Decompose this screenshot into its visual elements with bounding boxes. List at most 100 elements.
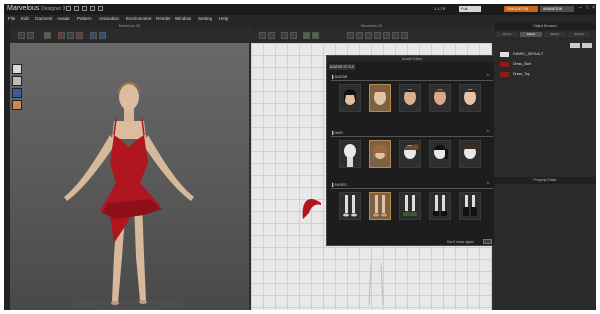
menu-setting[interactable]: Setting xyxy=(198,16,212,21)
mode-field[interactable]: Full Imported xyxy=(459,6,481,17)
collapse-shoes-icon[interactable]: ⌃ xyxy=(486,182,490,188)
shoes-thumb-barefoot[interactable] xyxy=(339,192,361,220)
menu-file[interactable]: File xyxy=(8,16,15,21)
fabric-item[interactable]: Dress_Top xyxy=(498,71,592,78)
tack-tool-icon[interactable] xyxy=(67,32,74,39)
fabric-item[interactable]: Dress_Skirt xyxy=(498,61,592,68)
gather-tool-icon[interactable] xyxy=(401,32,408,39)
avatar-thumb-3[interactable] xyxy=(12,88,22,98)
fabric-swatch xyxy=(500,52,509,57)
hair-section-header[interactable]: ▌HAIR ⌃ xyxy=(331,130,493,137)
dont-show-again-label: Don't show again xyxy=(447,240,474,244)
polygon-tool-icon[interactable] xyxy=(281,32,288,39)
menu-garment[interactable]: Garment xyxy=(35,16,53,21)
move-tool-icon[interactable] xyxy=(27,32,34,39)
simulation-mode-button[interactable]: SIMULATION xyxy=(504,6,538,12)
menu-window[interactable]: Window xyxy=(175,16,191,21)
tab-fabric[interactable]: Fabric xyxy=(520,32,542,37)
avatar-section: ▌AVATAR ⌃ xyxy=(331,74,493,120)
menu-avatar[interactable]: Avatar xyxy=(57,16,70,21)
shoes-thumb-sandal[interactable] xyxy=(399,192,421,220)
viewport-2d-toolbar xyxy=(251,29,492,43)
shoes-section-label: ▌SHOES xyxy=(332,183,347,187)
zipper-tool-icon[interactable] xyxy=(383,32,390,39)
redo-icon[interactable] xyxy=(98,6,103,11)
fabric-swatch xyxy=(500,72,509,77)
fabric-name: Dress_Skirt xyxy=(513,62,532,66)
save-file-icon[interactable] xyxy=(82,6,87,11)
shoes-thumb-boot[interactable] xyxy=(459,192,481,220)
avatar-editor-panel: Avatar Editor AVATAR STYLE ▌AVATAR ⌃ ▌HA… xyxy=(326,55,497,246)
add-fabric-button[interactable] xyxy=(570,43,580,48)
menu-render[interactable]: Render xyxy=(156,16,171,21)
internal-line-tool-icon[interactable] xyxy=(303,32,310,39)
view-tool-icon[interactable] xyxy=(99,32,106,39)
fabric-name: Dress_Top xyxy=(513,72,530,76)
hair-thumb-ponytail[interactable] xyxy=(429,140,451,168)
tab-scene[interactable]: Scene xyxy=(496,32,518,37)
fold-tool-icon[interactable] xyxy=(44,32,51,39)
open-file-icon[interactable] xyxy=(74,6,79,11)
camera-tool-icon[interactable] xyxy=(90,32,97,39)
tab-texture[interactable]: Texture xyxy=(568,32,590,37)
close-icon[interactable]: × xyxy=(591,6,596,11)
tab-avatar-style[interactable]: AVATAR STYLE xyxy=(329,64,355,70)
version-label: 1.1.79 xyxy=(434,6,446,11)
minimize-icon[interactable]: – xyxy=(578,6,583,11)
avatar-editor-title: Avatar Editor xyxy=(327,56,497,62)
maximize-icon[interactable]: □ xyxy=(585,6,590,11)
shoes-thumb-selected[interactable] xyxy=(369,192,391,220)
avatar-thumb-4[interactable] xyxy=(12,100,22,110)
hair-thumb-bald[interactable] xyxy=(339,140,361,168)
shoes-section-header[interactable]: ▌SHOES ⌃ xyxy=(331,182,493,189)
menu-bar: File Edit Garment Avatar Pattern Animati… xyxy=(4,15,596,23)
edit-point-tool-icon[interactable] xyxy=(268,32,275,39)
seam-tool-icon[interactable] xyxy=(312,32,319,39)
avatar-thumb-female-selected[interactable] xyxy=(369,84,391,112)
transform-tool-icon[interactable] xyxy=(259,32,266,39)
viewport-3d-toolbar xyxy=(10,29,249,43)
avatar-thumb-male-young[interactable] xyxy=(459,84,481,112)
avatar-thumb-male-asian[interactable] xyxy=(399,84,421,112)
collapse-avatar-icon[interactable]: ⌃ xyxy=(486,74,490,80)
buttonhole-tool-icon[interactable] xyxy=(374,32,381,39)
shoes-section: ▌SHOES ⌃ xyxy=(331,182,493,232)
menu-animation[interactable]: Animation xyxy=(99,16,119,21)
avatar-section-header[interactable]: ▌AVATAR ⌃ xyxy=(331,74,493,81)
menu-pattern[interactable]: Pattern xyxy=(77,16,92,21)
rectangle-tool-icon[interactable] xyxy=(290,32,297,39)
new-file-icon[interactable] xyxy=(66,6,71,11)
animation-mode-button[interactable]: ANIMATION xyxy=(540,6,574,12)
undo-icon[interactable] xyxy=(90,6,95,11)
button-tool-icon[interactable] xyxy=(365,32,372,39)
close-avatar-editor-button[interactable] xyxy=(483,239,492,244)
fabric-item[interactable]: FABRIC_DEFAULT xyxy=(498,51,592,58)
shoes-thumb-strappy[interactable] xyxy=(429,192,451,220)
avatar-thumb-2[interactable] xyxy=(12,76,22,86)
menu-help[interactable]: Help xyxy=(219,16,228,21)
avatar-thumb-1[interactable] xyxy=(12,64,22,74)
avatar-thumb-male[interactable] xyxy=(429,84,451,112)
logo-suffix: Designer 3 xyxy=(41,6,66,12)
property-editor-title: Property Editor xyxy=(494,177,596,184)
hair-section-label: ▌HAIR xyxy=(332,131,343,135)
collapse-hair-icon[interactable]: ⌃ xyxy=(486,130,490,136)
hair-thumb-short[interactable] xyxy=(459,140,481,168)
logo-text: Marvelous xyxy=(7,5,40,12)
menu-edit[interactable]: Edit xyxy=(21,16,29,21)
avatar-figure xyxy=(64,82,194,310)
trace-tool-icon[interactable] xyxy=(392,32,399,39)
texture-tool-icon[interactable] xyxy=(356,32,363,39)
hair-thumb-bun[interactable] xyxy=(399,140,421,168)
app-logo: Marvelous Designer 3 xyxy=(7,5,65,12)
fabric-tool-icon[interactable] xyxy=(347,32,354,39)
measure-tool-icon[interactable] xyxy=(76,32,83,39)
select-tool-icon[interactable] xyxy=(18,32,25,39)
tab-button[interactable]: Button xyxy=(544,32,566,37)
pin-tool-icon[interactable] xyxy=(58,32,65,39)
hair-thumb-selected[interactable] xyxy=(369,140,391,168)
avatar-thumb-female-asian[interactable] xyxy=(339,84,361,112)
menu-environment[interactable]: Environment xyxy=(126,16,151,21)
copy-fabric-button[interactable] xyxy=(582,43,592,48)
viewport-3d[interactable]: Marvelous 3D xyxy=(10,23,249,310)
